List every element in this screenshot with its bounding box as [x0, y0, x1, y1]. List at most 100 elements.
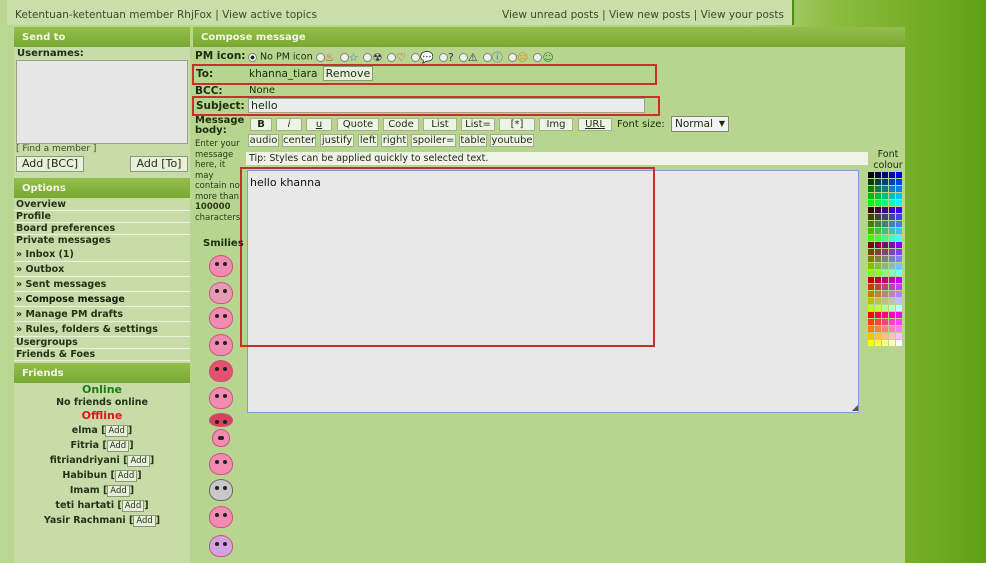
colour-swatch[interactable]: [875, 312, 881, 318]
smiley-icon[interactable]: [207, 477, 235, 503]
colour-swatch[interactable]: [868, 172, 874, 178]
colour-swatch[interactable]: [875, 263, 881, 269]
colour-swatch[interactable]: [882, 186, 888, 192]
colour-swatch[interactable]: [882, 214, 888, 220]
colour-swatch[interactable]: [882, 270, 888, 276]
smiley-icon[interactable]: [207, 305, 235, 331]
colour-swatch[interactable]: [882, 291, 888, 297]
add-friend-button[interactable]: Add: [107, 485, 130, 497]
colour-swatch[interactable]: [896, 193, 902, 199]
quote-button[interactable]: Quote: [337, 118, 379, 131]
colour-swatch[interactable]: [875, 270, 881, 276]
colour-swatch[interactable]: [875, 228, 881, 234]
colour-swatch[interactable]: [896, 179, 902, 185]
colour-swatch[interactable]: [875, 242, 881, 248]
colour-swatch[interactable]: [882, 319, 888, 325]
colour-swatch[interactable]: [889, 235, 895, 241]
img-button[interactable]: Img: [539, 118, 573, 131]
colour-swatch[interactable]: [868, 207, 874, 213]
options-item-profile[interactable]: Profile: [14, 211, 190, 223]
colour-swatch[interactable]: [889, 186, 895, 192]
colour-swatch[interactable]: [896, 305, 902, 311]
options-item-sent-messages[interactable]: » Sent messages: [14, 277, 190, 292]
add-friend-button[interactable]: Add: [105, 425, 128, 437]
colour-swatch[interactable]: [868, 270, 874, 276]
colour-swatch[interactable]: [889, 305, 895, 311]
colour-swatch[interactable]: [868, 312, 874, 318]
colour-swatch[interactable]: [882, 242, 888, 248]
pm-icon-radio[interactable]: [507, 52, 517, 62]
rules-link[interactable]: Ketentuan-ketentuan member RhjFox: [15, 9, 212, 21]
list-numbered-button[interactable]: List=: [461, 118, 495, 131]
colour-swatch[interactable]: [882, 193, 888, 199]
colour-swatch[interactable]: [889, 319, 895, 325]
colour-swatch[interactable]: [875, 221, 881, 227]
colour-swatch[interactable]: [889, 326, 895, 332]
colour-swatch[interactable]: [889, 193, 895, 199]
italic-button[interactable]: i: [276, 118, 302, 131]
colour-swatch[interactable]: [896, 207, 902, 213]
colour-swatch[interactable]: [868, 305, 874, 311]
smiley-icon[interactable]: [207, 358, 235, 384]
add-friend-button[interactable]: Add: [127, 455, 150, 467]
pm-icon-radio[interactable]: [482, 52, 492, 62]
pm-icon-radio[interactable]: [458, 52, 468, 62]
font-size-select[interactable]: Normal ▼: [671, 116, 729, 132]
colour-swatch[interactable]: [896, 228, 902, 234]
colour-swatch[interactable]: [882, 256, 888, 262]
smiley-icon[interactable]: [207, 533, 235, 559]
colour-swatch[interactable]: [896, 235, 902, 241]
colour-swatch[interactable]: [889, 249, 895, 255]
colour-swatch[interactable]: [889, 214, 895, 220]
view-new-posts-link[interactable]: View new posts: [609, 9, 690, 21]
colour-swatch[interactable]: [896, 284, 902, 290]
friend-name[interactable]: Yasir Rachmani: [44, 515, 126, 526]
code-button[interactable]: Code: [383, 118, 419, 131]
colour-swatch[interactable]: [896, 333, 902, 339]
friend-name[interactable]: elma: [72, 425, 98, 436]
colour-swatch[interactable]: [882, 179, 888, 185]
colour-swatch[interactable]: [882, 263, 888, 269]
colour-swatch[interactable]: [868, 284, 874, 290]
options-item-friends-foes[interactable]: Friends & Foes: [14, 349, 190, 361]
colour-swatch[interactable]: [889, 200, 895, 206]
colour-swatch[interactable]: [868, 249, 874, 255]
colour-swatch[interactable]: [896, 249, 902, 255]
colour-swatch[interactable]: [882, 312, 888, 318]
options-item-private-messages[interactable]: Private messages: [14, 235, 190, 247]
colour-swatch[interactable]: [889, 312, 895, 318]
options-item-manage-pm-drafts[interactable]: » Manage PM drafts: [14, 307, 190, 322]
colour-swatch[interactable]: [882, 326, 888, 332]
colour-swatch[interactable]: [868, 319, 874, 325]
colour-swatch[interactable]: [882, 284, 888, 290]
colour-swatch[interactable]: [868, 298, 874, 304]
add-bcc-button[interactable]: Add [BCC]: [16, 156, 84, 172]
options-item-usergroups[interactable]: Usergroups: [14, 337, 190, 349]
colour-swatch[interactable]: [896, 172, 902, 178]
resize-handle-icon[interactable]: ◢: [852, 403, 858, 412]
colour-swatch[interactable]: [868, 200, 874, 206]
view-your-posts-link[interactable]: View your posts: [701, 9, 784, 21]
youtube-button[interactable]: youtube: [490, 134, 534, 147]
url-button[interactable]: URL: [578, 118, 612, 131]
colour-swatch[interactable]: [868, 186, 874, 192]
add-friend-button[interactable]: Add: [114, 470, 138, 482]
colour-swatch[interactable]: [875, 235, 881, 241]
colour-swatch[interactable]: [889, 333, 895, 339]
remove-recipient-button[interactable]: Remove: [323, 66, 373, 81]
colour-swatch[interactable]: [889, 242, 895, 248]
colour-swatch[interactable]: [882, 172, 888, 178]
colour-swatch[interactable]: [889, 263, 895, 269]
colour-swatch[interactable]: [882, 340, 888, 346]
colour-swatch[interactable]: [875, 256, 881, 262]
friend-name[interactable]: Imam: [70, 485, 100, 496]
friend-name[interactable]: Fitria: [70, 440, 99, 451]
left-align-button[interactable]: left: [358, 134, 378, 147]
colour-swatch[interactable]: [896, 319, 902, 325]
colour-swatch[interactable]: [889, 256, 895, 262]
smiley-icon[interactable]: [207, 280, 235, 306]
justify-button[interactable]: justify: [320, 134, 354, 147]
colour-swatch[interactable]: [875, 298, 881, 304]
spoiler-button[interactable]: spoiler=: [411, 134, 456, 147]
options-item-board-preferences[interactable]: Board preferences: [14, 223, 190, 235]
